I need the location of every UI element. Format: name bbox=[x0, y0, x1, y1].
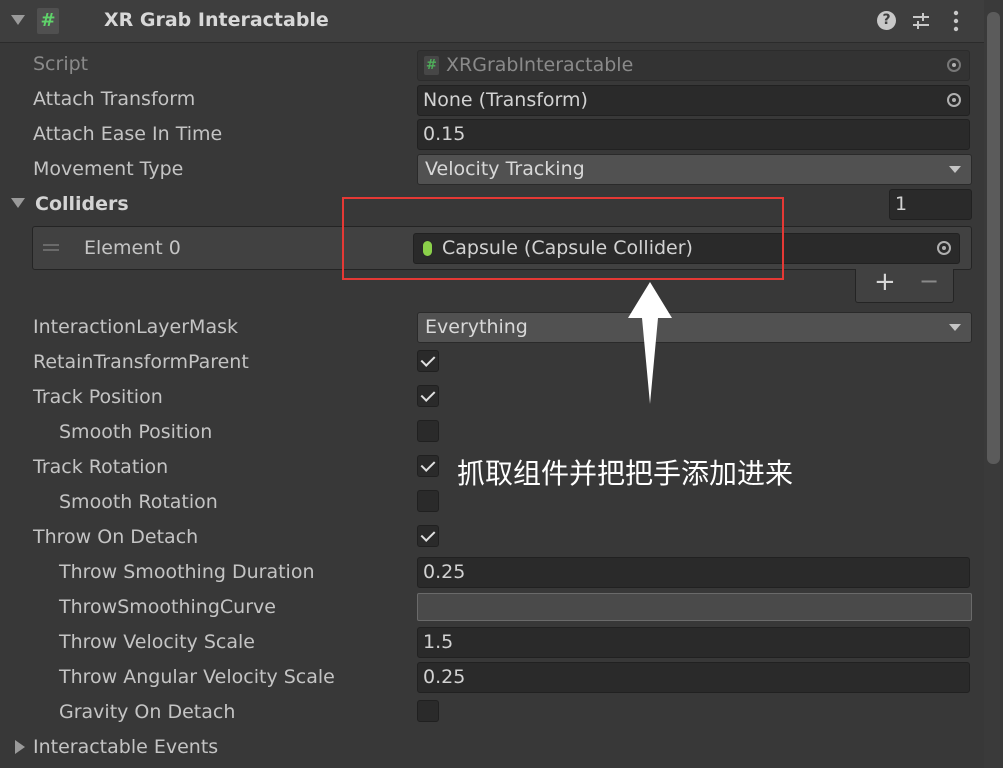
smooth-position-checkbox[interactable] bbox=[417, 420, 439, 442]
chevron-down-icon bbox=[949, 324, 961, 331]
drag-handle-icon[interactable] bbox=[43, 249, 59, 251]
object-picker-icon bbox=[947, 58, 961, 72]
throw-smoothing-curve-label: ThrowSmoothingCurve bbox=[59, 596, 276, 618]
scrollbar-thumb[interactable] bbox=[987, 12, 1000, 464]
component-header: # XR Grab Interactable ? bbox=[0, 0, 1003, 43]
throw-smoothing-duration-label: Throw Smoothing Duration bbox=[59, 561, 315, 583]
annotation-highlight-box bbox=[342, 197, 784, 280]
colliders-foldout-icon[interactable] bbox=[11, 198, 25, 208]
checkmark-icon bbox=[420, 352, 436, 367]
drag-handle-icon[interactable] bbox=[43, 244, 59, 246]
remove-element-button[interactable]: − bbox=[919, 267, 939, 295]
track-rotation-checkbox[interactable] bbox=[417, 455, 439, 477]
script-label: Script bbox=[33, 53, 89, 75]
movement-type-label: Movement Type bbox=[33, 158, 184, 180]
movement-type-value: Velocity Tracking bbox=[425, 158, 585, 180]
smooth-rotation-checkbox[interactable] bbox=[417, 490, 439, 512]
interaction-layer-mask-label: InteractionLayerMask bbox=[33, 316, 238, 338]
throw-angular-velocity-scale-label: Throw Angular Velocity Scale bbox=[59, 666, 335, 688]
checkmark-icon bbox=[420, 387, 436, 402]
attach-transform-label: Attach Transform bbox=[33, 88, 196, 110]
list-add-remove: + − bbox=[855, 267, 954, 303]
object-picker-icon[interactable] bbox=[947, 93, 961, 107]
script-field: # XRGrabInteractable bbox=[417, 50, 970, 81]
script-hash-icon: # bbox=[37, 8, 59, 34]
scrollbar-track[interactable] bbox=[984, 0, 1003, 768]
object-picker-icon[interactable] bbox=[937, 241, 951, 255]
throw-smoothing-curve-field[interactable] bbox=[417, 593, 972, 621]
interaction-layer-mask-dropdown[interactable]: Everything bbox=[417, 312, 972, 343]
script-hash-icon: # bbox=[424, 56, 439, 75]
help-icon[interactable]: ? bbox=[877, 11, 896, 30]
smooth-rotation-label: Smooth Rotation bbox=[59, 491, 218, 513]
interaction-layer-mask-value: Everything bbox=[425, 316, 528, 338]
smooth-position-label: Smooth Position bbox=[59, 421, 213, 443]
chevron-down-icon bbox=[949, 166, 961, 173]
track-position-label: Track Position bbox=[33, 386, 163, 408]
element0-label: Element 0 bbox=[84, 237, 181, 259]
attach-transform-field[interactable]: None (Transform) bbox=[417, 85, 970, 116]
throw-smoothing-duration-input[interactable]: 0.25 bbox=[417, 557, 970, 588]
colliders-size-input[interactable]: 1 bbox=[889, 189, 972, 220]
interactable-events-foldout-icon[interactable] bbox=[15, 740, 25, 754]
throw-angular-velocity-scale-input[interactable]: 0.25 bbox=[417, 662, 970, 693]
throw-velocity-scale-label: Throw Velocity Scale bbox=[59, 631, 255, 653]
interactable-events-label: Interactable Events bbox=[33, 736, 219, 758]
retain-transform-parent-checkbox[interactable] bbox=[417, 350, 439, 372]
add-element-button[interactable]: + bbox=[874, 267, 896, 297]
attach-transform-value: None (Transform) bbox=[423, 89, 588, 111]
gravity-on-detach-label: Gravity On Detach bbox=[59, 701, 236, 723]
movement-type-dropdown[interactable]: Velocity Tracking bbox=[417, 154, 972, 185]
throw-on-detach-label: Throw On Detach bbox=[33, 526, 199, 548]
checkmark-icon bbox=[420, 527, 436, 542]
throw-on-detach-checkbox[interactable] bbox=[417, 525, 439, 547]
attach-ease-in-time-input[interactable]: 0.15 bbox=[417, 119, 970, 150]
track-rotation-label: Track Rotation bbox=[33, 456, 169, 478]
script-value: XRGrabInteractable bbox=[446, 54, 634, 76]
component-title: XR Grab Interactable bbox=[104, 9, 329, 31]
annotation-text: 抓取组件并把把手添加进来 bbox=[457, 457, 794, 490]
component-foldout-arrow-icon[interactable] bbox=[11, 15, 25, 25]
annotation-arrow-icon bbox=[628, 282, 672, 404]
track-position-checkbox[interactable] bbox=[417, 385, 439, 407]
sliders-icon[interactable] bbox=[911, 11, 931, 31]
checkmark-icon bbox=[420, 457, 436, 472]
colliders-label: Colliders bbox=[35, 193, 129, 215]
throw-velocity-scale-input[interactable]: 1.5 bbox=[417, 627, 970, 658]
attach-ease-in-time-label: Attach Ease In Time bbox=[33, 123, 223, 145]
retain-transform-parent-label: RetainTransformParent bbox=[33, 351, 249, 373]
gravity-on-detach-checkbox[interactable] bbox=[417, 700, 439, 722]
kebab-menu-icon[interactable] bbox=[952, 10, 960, 32]
